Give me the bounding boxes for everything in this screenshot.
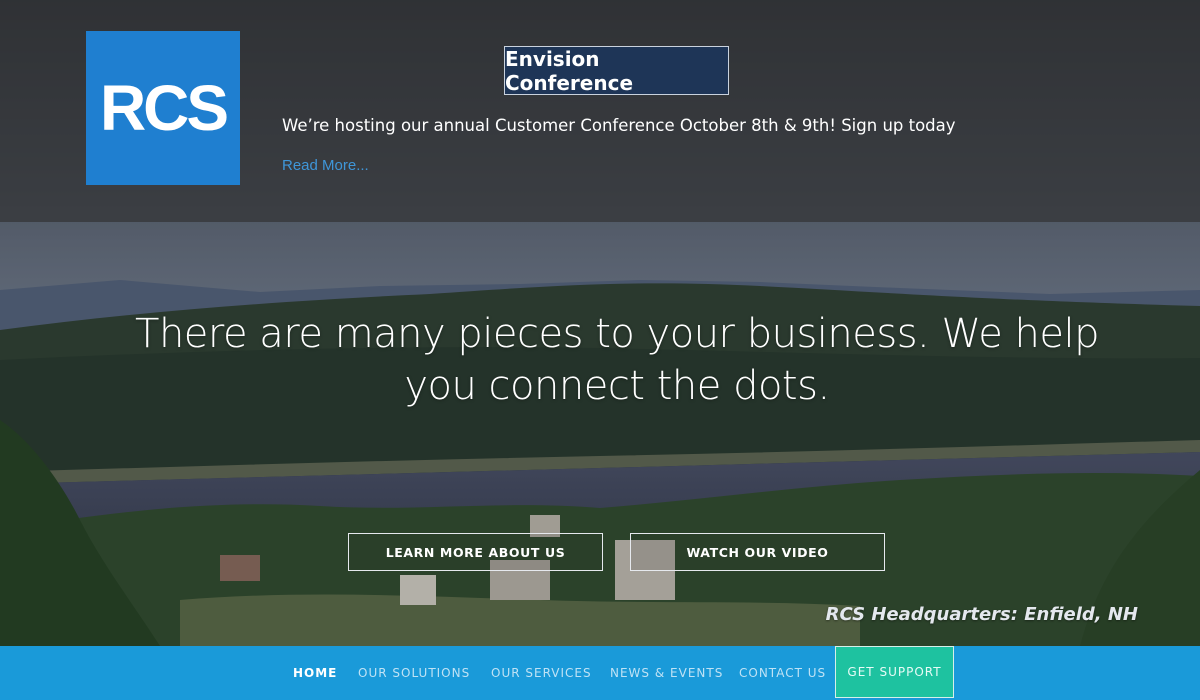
main-navigation: HOME OUR SOLUTIONS OUR SERVICES NEWS & E… (0, 646, 1200, 700)
conference-description: We’re hosting our annual Customer Confer… (282, 116, 956, 135)
image-caption: RCS Headquarters: Enfield, NH (825, 604, 1138, 625)
get-support-button[interactable]: GET SUPPORT (835, 646, 954, 698)
nav-item-home[interactable]: HOME (293, 646, 337, 700)
rcs-logo[interactable]: RCS (86, 31, 240, 185)
watch-video-button[interactable]: WATCH OUR VIDEO (630, 533, 885, 571)
nav-item-our-services[interactable]: OUR SERVICES (491, 646, 592, 700)
nav-item-contact-us[interactable]: CONTACT US (739, 646, 826, 700)
conference-title: Envision Conference (504, 46, 729, 95)
announcement-banner: RCS Envision Conference We’re hosting ou… (0, 0, 1200, 222)
logo-text: RCS (99, 72, 229, 144)
nav-item-news-events[interactable]: NEWS & EVENTS (610, 646, 723, 700)
nav-item-our-solutions[interactable]: OUR SOLUTIONS (358, 646, 470, 700)
learn-more-button[interactable]: LEARN MORE ABOUT US (348, 533, 603, 571)
read-more-link[interactable]: Read More... (282, 157, 369, 174)
hero-headline: There are many pieces to your business. … (135, 311, 1099, 409)
